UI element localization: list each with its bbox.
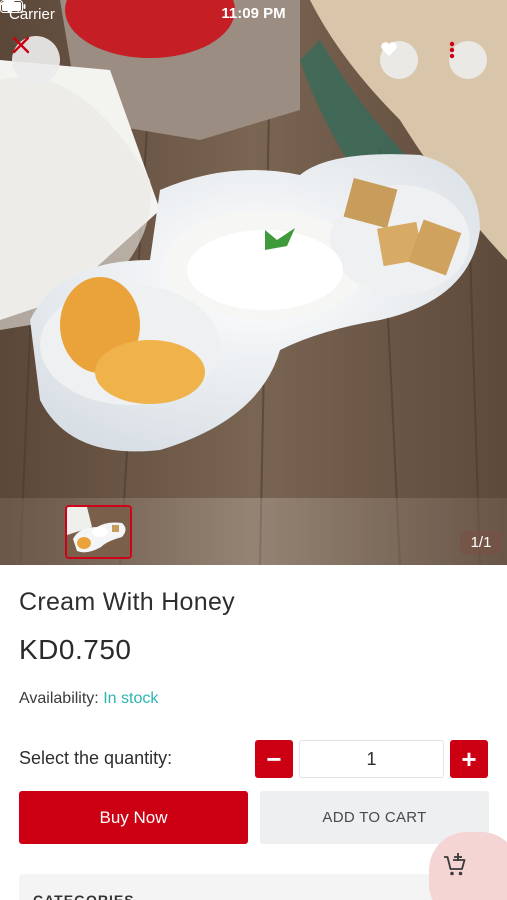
heart-icon <box>381 42 397 56</box>
product-image[interactable]: Carrier 11:09 PM 1/1 <box>0 0 507 565</box>
thumbnail-illustration <box>67 507 130 557</box>
product-title: Cream With Honey <box>19 588 235 616</box>
close-icon <box>12 36 30 54</box>
cart-fab-button[interactable] <box>429 832 507 900</box>
status-time: 11:09 PM <box>221 5 286 22</box>
availability: Availability: In stock <box>19 690 158 708</box>
favorite-button[interactable] <box>380 41 418 79</box>
more-options-button[interactable] <box>449 41 487 79</box>
buy-now-button[interactable]: Buy Now <box>19 791 248 844</box>
more-vertical-icon <box>449 41 455 59</box>
status-bar: Carrier 11:09 PM <box>0 0 507 30</box>
thumbnail-image[interactable] <box>65 505 132 559</box>
categories-heading: CATEGORIES <box>33 892 135 900</box>
categories-section[interactable]: CATEGORIES <box>19 874 489 900</box>
battery-icon <box>0 0 26 13</box>
quantity-label: Select the quantity: <box>19 748 173 768</box>
close-button[interactable] <box>12 36 60 84</box>
image-counter: 1/1 <box>460 531 502 555</box>
quantity-input[interactable] <box>299 740 444 778</box>
availability-label: Availability: <box>19 690 99 707</box>
product-price: KD0.750 <box>19 634 132 665</box>
product-photo-illustration <box>0 0 507 565</box>
quantity-decrease-button[interactable]: − <box>255 740 293 778</box>
stock-status: In stock <box>103 690 159 707</box>
quantity-increase-button[interactable]: + <box>450 740 488 778</box>
add-to-cart-icon <box>444 853 466 876</box>
